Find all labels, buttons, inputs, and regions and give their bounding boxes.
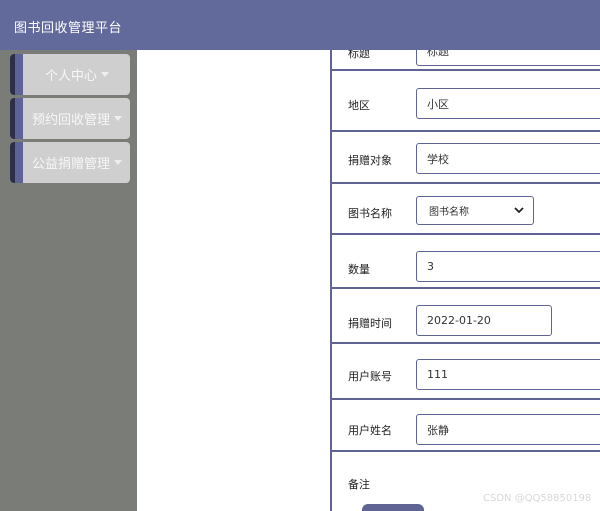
- caret-down-icon: [101, 72, 109, 77]
- user-name-input[interactable]: [416, 414, 600, 445]
- form-row-quantity: 数量: [332, 235, 600, 289]
- donation-time-input[interactable]: [416, 305, 552, 336]
- submit-button[interactable]: [362, 504, 424, 511]
- sidebar-item-label: 个人中心: [44, 69, 97, 84]
- user-account-input[interactable]: [416, 359, 600, 390]
- quantity-label: 数量: [348, 263, 370, 276]
- user-name-label: 用户姓名: [348, 424, 392, 437]
- user-account-label: 用户账号: [348, 370, 392, 383]
- sidebar-marker-accent: [15, 142, 23, 183]
- title-label: 标题: [348, 50, 370, 60]
- watermark-text: CSDN @QQ58850198: [483, 493, 592, 504]
- caret-down-icon: [114, 160, 122, 165]
- form-row-donation-time: 捐赠时间: [332, 289, 600, 344]
- sidebar-item-charity-donation[interactable]: 公益捐赠管理: [10, 142, 130, 183]
- sidebar-item-personal-center[interactable]: 个人中心: [10, 54, 130, 95]
- sidebar-marker-accent: [15, 54, 23, 95]
- sidebar: 个人中心 预约回收管理 公益捐赠管理: [0, 50, 137, 511]
- quantity-input[interactable]: [416, 251, 600, 282]
- sidebar-item-recycle-booking[interactable]: 预约回收管理: [10, 98, 130, 139]
- chevron-down-icon: [514, 207, 524, 214]
- district-input[interactable]: [416, 88, 600, 119]
- app-title: 图书回收管理平台: [14, 21, 123, 36]
- remarks-label: 备注: [348, 478, 370, 491]
- title-input[interactable]: [416, 50, 600, 66]
- donation-time-label: 捐赠时间: [348, 317, 392, 330]
- form-row-book-name: 图书名称 图书名称: [332, 184, 600, 235]
- donation-target-label: 捐赠对象: [348, 154, 392, 167]
- form-row-user-name: 用户姓名: [332, 400, 600, 452]
- book-name-selected-value: 图书名称: [429, 207, 469, 218]
- form-row-donation-target: 捐赠对象: [332, 132, 600, 184]
- sidebar-item-label: 公益捐赠管理: [31, 157, 110, 172]
- caret-down-icon: [114, 116, 122, 121]
- donation-form: 标题 地区 捐赠对象 图书名称 图书名称 数量 捐赠时间 用户账号: [330, 50, 600, 511]
- form-row-title: 标题: [332, 50, 600, 71]
- book-name-select[interactable]: 图书名称: [416, 196, 534, 225]
- sidebar-marker-accent: [15, 98, 23, 139]
- top-header: 图书回收管理平台: [0, 0, 600, 50]
- district-label: 地区: [348, 99, 370, 112]
- donation-target-input[interactable]: [416, 143, 600, 174]
- sidebar-item-label: 预约回收管理: [31, 113, 110, 128]
- book-name-label: 图书名称: [348, 207, 392, 220]
- form-row-district: 地区: [332, 71, 600, 132]
- form-row-user-account: 用户账号: [332, 344, 600, 400]
